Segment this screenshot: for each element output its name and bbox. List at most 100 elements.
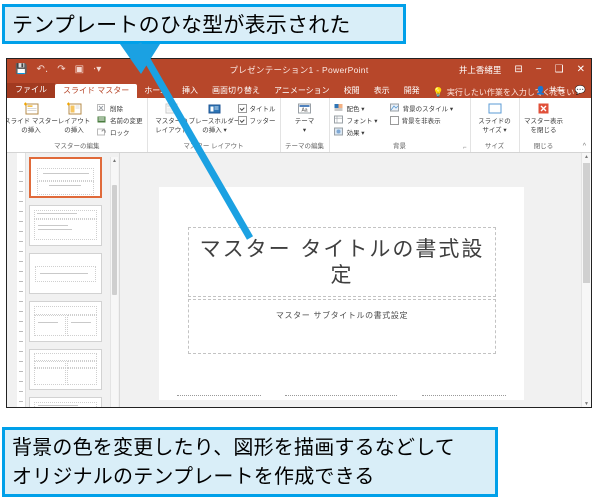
title-checkbox[interactable]: タイトル xyxy=(237,103,276,113)
fonts-button[interactable]: フォント ▾ xyxy=(333,115,378,125)
fonts-label: フォント ▾ xyxy=(346,118,378,125)
restore-button[interactable]: ❑ xyxy=(555,64,564,75)
collapse-ribbon-icon[interactable]: ^ xyxy=(583,143,586,150)
tab-view[interactable]: 表示 xyxy=(367,85,397,98)
rename-button[interactable]: 名前の変更 xyxy=(97,115,143,125)
footer-placeholder[interactable] xyxy=(285,395,397,396)
callout-top-text: テンプレートのひな型が表示された xyxy=(12,14,351,37)
slide-size-label-2: サイズ ▾ xyxy=(482,126,507,134)
background-dialog-launcher-icon[interactable]: ⌐ xyxy=(463,145,467,151)
tab-strip-right: 👤 共有 💬 xyxy=(536,85,586,96)
share-label: 共有 xyxy=(548,86,565,95)
preserve-button[interactable]: ロック xyxy=(97,127,143,137)
tab-developer[interactable]: 開発 xyxy=(397,85,427,98)
master-layout-label-1: マスターの xyxy=(155,118,188,125)
tab-file[interactable]: ファイル xyxy=(7,83,55,98)
themes-icon: Aa xyxy=(298,103,311,114)
slide-stage: マスター タイトルの書式設定 マスター サブタイトルの書式設定 ▲ ▼ xyxy=(120,153,591,407)
layout-thumbnail-3[interactable] xyxy=(29,253,102,294)
comments-icon[interactable]: 💬 xyxy=(575,85,586,96)
edit-master-small-buttons: 削除 名前の変更 ロック xyxy=(97,100,143,137)
account-name[interactable]: 井上香緒里 xyxy=(459,64,502,76)
group-label-edit-master: マスターの編集 xyxy=(54,143,100,150)
ribbon-group-master-layout: マスターの レイアウト プレースホルダー の挿入 ▾ タイトル フッター マスタ… xyxy=(148,98,281,152)
tab-slide-master[interactable]: スライド マスター xyxy=(55,84,138,98)
close-master-view-button[interactable]: マスター表示 を閉じる xyxy=(524,100,564,134)
insert-layout-label-2: の挿入 xyxy=(64,126,84,134)
insert-layout-button[interactable]: レイアウト の挿入 xyxy=(54,100,94,134)
delete-icon xyxy=(97,104,105,111)
layout-thumbnail-4[interactable] xyxy=(29,301,102,342)
slide-size-button[interactable]: スライドの サイズ ▾ xyxy=(475,100,515,134)
insert-slide-master-label-2: の挿入 xyxy=(21,126,41,134)
background-styles-label: 背景のスタイル ▾ xyxy=(402,106,454,113)
tab-insert[interactable]: 挿入 xyxy=(175,85,205,98)
share-button[interactable]: 👤 共有 xyxy=(536,85,565,96)
workspace: ▲ マスター タイトルの書式設定 マスター サブタイトルの書式設定 ▲ ▼ xyxy=(7,153,591,407)
insert-layout-label-1: レイアウト xyxy=(57,118,91,125)
thumbnail-pane-scrollbar[interactable]: ▲ xyxy=(110,157,118,407)
hide-background-graphics-label: 背景を非表示 xyxy=(401,118,441,125)
callout-bottom-line2: オリジナルのテンプレートを作成できる xyxy=(12,466,375,488)
date-placeholder[interactable] xyxy=(177,395,261,396)
layout-thumbnail-1[interactable] xyxy=(29,157,102,198)
minimize-button[interactable]: − xyxy=(536,64,542,75)
insert-slide-master-icon xyxy=(23,102,38,115)
group-label-background: 背景 xyxy=(393,143,406,150)
delete-button[interactable]: 削除 xyxy=(97,103,143,113)
slide-size-label-1: スライドの xyxy=(478,118,511,125)
callout-top: テンプレートのひな型が表示された xyxy=(2,4,406,44)
ribbon-tab-strip: ファイル スライド マスター ホーム 挿入 画面切り替え アニメーション 校閲 … xyxy=(7,80,591,98)
effects-icon xyxy=(333,127,343,136)
window-right-controls: 井上香緒里 ⊟ − ❑ ✕ xyxy=(459,59,585,80)
ribbon-display-options-icon[interactable]: ⊟ xyxy=(514,64,522,75)
themes-button[interactable]: Aa テーマ ▾ xyxy=(285,100,325,134)
stage-scroll-down-button[interactable]: ▼ xyxy=(582,400,591,407)
stage-scrollbar-thumb[interactable] xyxy=(583,163,590,283)
master-layout-label-2: レイアウト xyxy=(155,126,188,134)
tab-transitions[interactable]: 画面切り替え xyxy=(205,85,267,98)
colors-label: 配色 ▾ xyxy=(346,106,365,113)
insert-placeholder-label-1: プレースホルダー xyxy=(188,118,241,125)
tab-review[interactable]: 校閲 xyxy=(337,85,367,98)
background-left-buttons: 配色 ▾ フォント ▾ 効果 ▾ xyxy=(333,100,378,137)
effects-button[interactable]: 効果 ▾ xyxy=(333,127,378,137)
svg-text:Aa: Aa xyxy=(301,108,307,114)
tab-animations[interactable]: アニメーション xyxy=(267,85,337,98)
layout-thumbnail-6[interactable] xyxy=(29,397,102,407)
rename-label: 名前の変更 xyxy=(110,118,143,125)
slide-number-placeholder[interactable] xyxy=(422,395,506,396)
hide-background-graphics-checkbox[interactable]: 背景を非表示 xyxy=(389,115,454,125)
close-button[interactable]: ✕ xyxy=(577,64,585,75)
stage-scrollbar[interactable]: ▲ ▼ xyxy=(581,153,591,407)
rename-icon xyxy=(97,116,106,123)
callout-bottom: 背景の色を変更したり、図形を描画するなどして オリジナルのテンプレートを作成でき… xyxy=(2,427,498,497)
colors-button[interactable]: 配色 ▾ xyxy=(334,103,378,113)
tab-home[interactable]: ホーム xyxy=(137,85,175,98)
background-styles-button[interactable]: 背景のスタイル ▾ xyxy=(389,103,454,113)
master-layout-button[interactable]: マスターの レイアウト xyxy=(152,100,192,134)
insert-placeholder-button[interactable]: プレースホルダー の挿入 ▾ xyxy=(189,100,240,134)
close-master-view-icon xyxy=(538,103,549,114)
layout-thumbnail-list xyxy=(29,157,107,407)
callout-bottom-line1: 背景の色を変更したり、図形を描画するなどして xyxy=(12,437,455,459)
lightbulb-icon: 💡 xyxy=(432,87,444,97)
ribbon-group-edit-theme: Aa テーマ ▾ テーマの編集 xyxy=(281,98,330,152)
footers-checkbox-label: フッター xyxy=(249,118,276,125)
thumbnail-scrollbar-thumb[interactable] xyxy=(112,185,117,295)
layout-thumbnail-2[interactable] xyxy=(29,205,102,246)
close-master-view-label-2: を閉じる xyxy=(530,126,557,134)
layout-thumbnail-pane: ▲ xyxy=(7,153,120,407)
slide-master-canvas[interactable]: マスター タイトルの書式設定 マスター サブタイトルの書式設定 xyxy=(159,187,524,400)
thumbnail-scroll-up-button[interactable]: ▲ xyxy=(111,157,118,165)
ribbon-group-edit-master: スライド マスター の挿入 レイアウト の挿入 削除 名前の変更 ロック マスタ… xyxy=(7,98,148,152)
powerpoint-window: 💾 ↶․ ↷ ▣ ⋅▾ プレゼンテーション1 - PowerPoint 井上香緒… xyxy=(6,58,592,408)
ribbon-group-close: マスター表示 を閉じる 閉じる xyxy=(520,98,568,152)
insert-slide-master-button[interactable]: スライド マスター の挿入 xyxy=(7,100,58,134)
footers-checkbox[interactable]: フッター xyxy=(237,115,276,125)
layout-thumbnail-5[interactable] xyxy=(29,349,102,390)
title-placeholder[interactable]: マスター タイトルの書式設定 xyxy=(188,227,496,297)
group-label-edit-theme: テーマの編集 xyxy=(285,143,324,150)
stage-scroll-up-button[interactable]: ▲ xyxy=(582,153,591,162)
subtitle-placeholder[interactable]: マスター サブタイトルの書式設定 xyxy=(188,299,496,354)
